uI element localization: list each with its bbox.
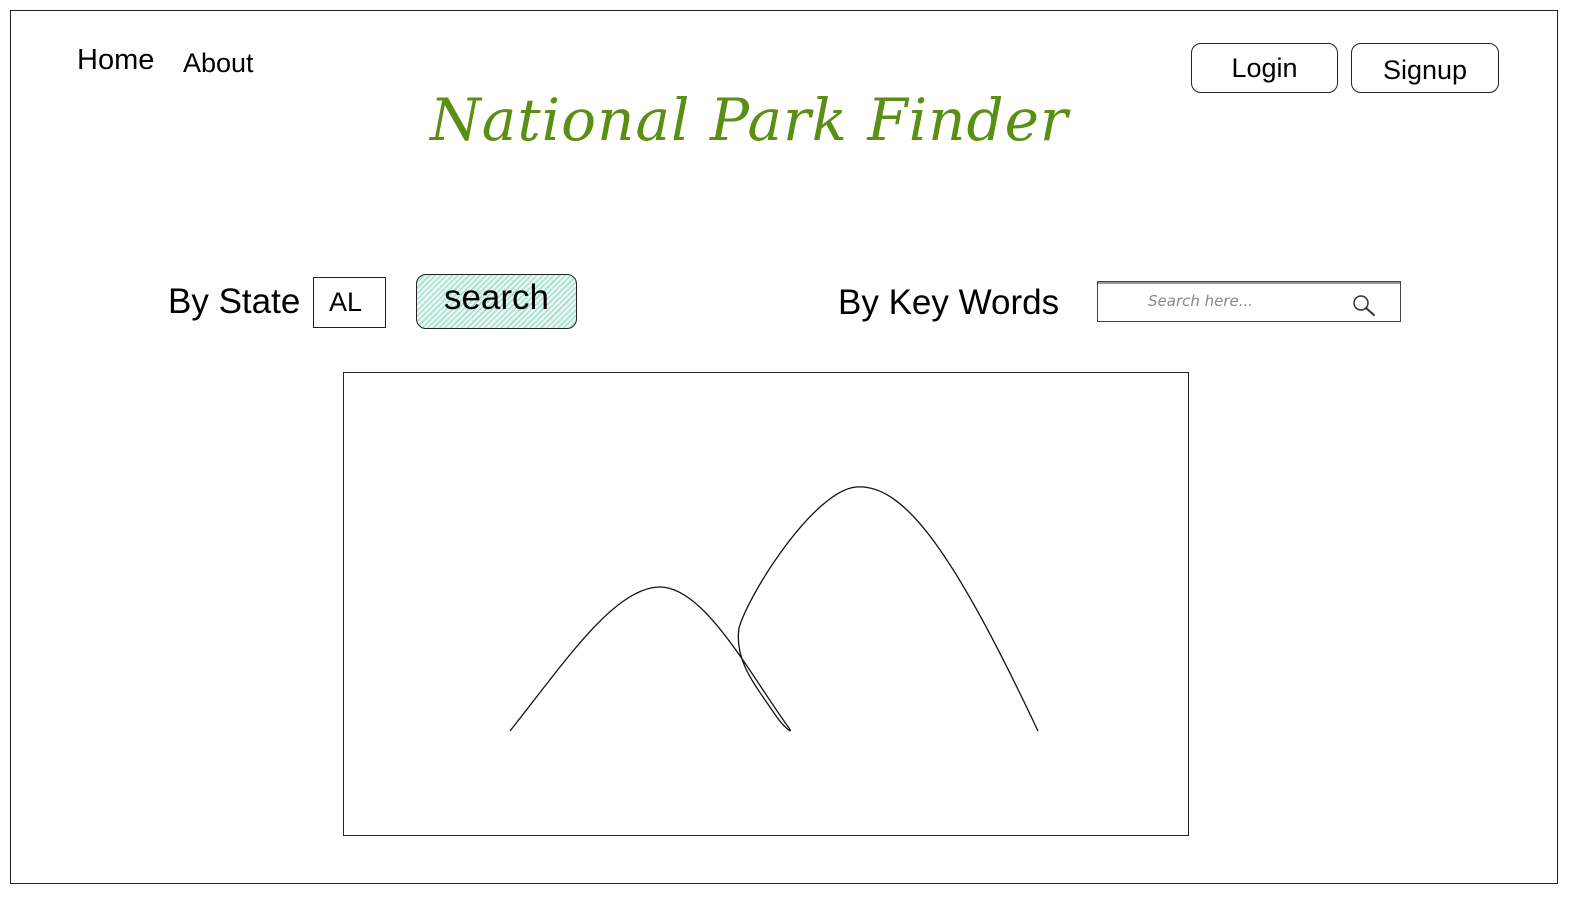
search-button[interactable]: search xyxy=(416,274,577,329)
page-title: National Park Finder xyxy=(430,86,1069,154)
signup-button[interactable]: Signup xyxy=(1351,43,1499,93)
nav-about-link[interactable]: About xyxy=(183,48,254,79)
search-icon[interactable] xyxy=(1350,292,1378,318)
keyword-search-box xyxy=(1097,281,1401,322)
by-state-label: By State xyxy=(168,282,301,321)
nav-home-link[interactable]: Home xyxy=(77,44,154,77)
mountain-icon xyxy=(509,486,1039,732)
by-keywords-label: By Key Words xyxy=(838,283,1060,322)
state-select[interactable]: AL xyxy=(313,277,386,328)
mountain-image-placeholder xyxy=(343,372,1189,836)
login-button[interactable]: Login xyxy=(1191,43,1338,93)
keyword-search-input[interactable] xyxy=(1128,288,1368,314)
